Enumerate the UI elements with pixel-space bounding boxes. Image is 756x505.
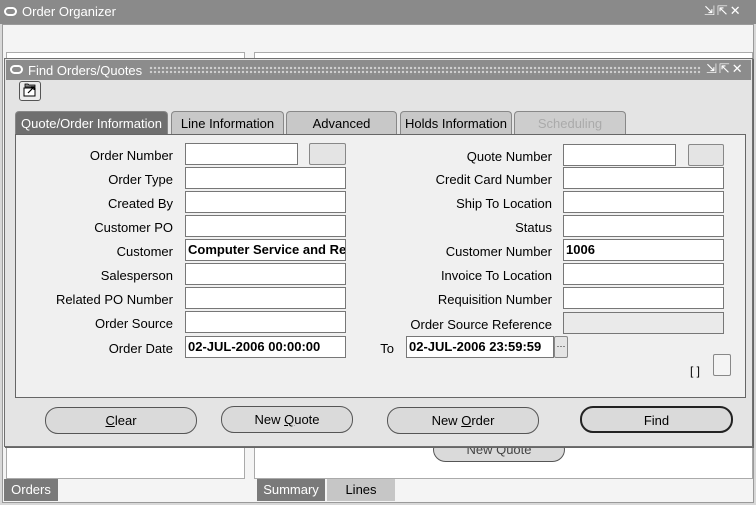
created-by-label: Created By — [107, 196, 173, 211]
tab-summary[interactable]: Summary — [257, 479, 325, 501]
customer-label: Customer — [116, 244, 173, 259]
order-number-extra-field[interactable] — [309, 143, 346, 165]
order-source-reference-label: Order Source Reference — [410, 317, 552, 332]
created-by-field[interactable] — [185, 191, 346, 213]
descriptive-flexfield-indicator: [ ] — [690, 364, 701, 378]
order-source-field[interactable] — [185, 311, 346, 333]
order-date-from-field[interactable]: 02-JUL-2006 00:00:00 — [185, 336, 346, 358]
tab-line-information[interactable]: Line Information — [171, 111, 284, 135]
requisition-number-field[interactable] — [563, 287, 724, 309]
tab-holds-information[interactable]: Holds Information — [400, 111, 512, 135]
descriptive-flexfield-box[interactable] — [713, 354, 731, 376]
order-date-label: Order Date — [108, 341, 173, 356]
folder-icon — [23, 83, 36, 97]
customer-field[interactable]: Computer Service and Re — [185, 239, 346, 261]
credit-card-number-label: Credit Card Number — [435, 172, 552, 187]
quote-number-extra-field[interactable] — [688, 144, 724, 166]
tab-quote-order-information[interactable]: Quote/Order Information — [15, 111, 168, 135]
tab-advanced[interactable]: Advanced — [286, 111, 397, 135]
new-quote-label-post: uote — [294, 412, 320, 427]
open-folder-button[interactable] — [19, 81, 41, 101]
find-button[interactable]: Find — [580, 406, 733, 433]
quote-number-label: Quote Number — [466, 149, 552, 164]
to-date-label: To — [380, 341, 394, 356]
salesperson-label: Salesperson — [100, 268, 173, 283]
invoice-to-location-field[interactable] — [563, 263, 724, 285]
order-type-field[interactable] — [185, 167, 346, 189]
new-order-button[interactable]: New Order — [387, 407, 539, 434]
new-quote-button[interactable]: New Quote — [221, 406, 353, 433]
salesperson-field[interactable] — [185, 263, 346, 285]
order-source-label: Order Source — [94, 316, 173, 331]
customer-number-field[interactable]: 1006 — [563, 239, 724, 261]
related-po-number-label: Related PO Number — [55, 292, 173, 307]
tab-lines[interactable]: Lines — [327, 479, 395, 501]
dialog-title: Find Orders/Quotes — [28, 63, 143, 78]
invoice-to-location-label: Invoice To Location — [440, 268, 552, 283]
ship-to-location-field[interactable] — [563, 191, 724, 213]
ship-to-location-label: Ship To Location — [456, 196, 552, 211]
titlebar-drag-pattern — [149, 66, 701, 75]
dialog-titlebar: Find Orders/Quotes ⇲⇱✕ — [6, 60, 751, 80]
customer-po-label: Customer PO — [94, 220, 173, 235]
find-orders-dialog: Find Orders/Quotes ⇲⇱✕ Quote/Order Infor… — [4, 58, 753, 447]
outer-window-controls[interactable]: ⇲⇱✕ — [704, 3, 743, 19]
new-order-label-post: rder — [471, 413, 495, 428]
new-order-accelerator: O — [461, 413, 472, 428]
tab-scheduling: Scheduling — [514, 111, 626, 135]
clear-button-label-post: lear — [114, 413, 137, 428]
order-type-label: Order Type — [108, 172, 173, 187]
outer-window-title: Order Organizer — [22, 4, 116, 19]
customer-number-label: Customer Number — [445, 244, 552, 259]
tab-panel: Order Number Order Type Created By Custo… — [15, 134, 746, 398]
status-label: Status — [515, 220, 552, 235]
tab-orders[interactable]: Orders — [4, 479, 58, 501]
related-po-number-field[interactable] — [185, 287, 346, 309]
date-picker-button[interactable]: ··· — [554, 336, 568, 358]
status-field[interactable] — [563, 215, 724, 237]
new-quote-label-pre: New — [254, 412, 285, 427]
oracle-window-icon — [10, 65, 23, 74]
order-date-to-field[interactable]: 02-JUL-2006 23:59:59 — [406, 336, 554, 358]
outer-window-titlebar: Order Organizer ⇲⇱✕ — [0, 0, 756, 24]
order-number-field[interactable] — [185, 143, 298, 165]
requisition-number-label: Requisition Number — [437, 292, 552, 307]
new-quote-accelerator: Q — [284, 412, 295, 427]
clear-button[interactable]: Clear — [45, 407, 197, 434]
clear-button-accelerator: C — [105, 413, 115, 428]
quote-number-field[interactable] — [563, 144, 676, 166]
order-source-reference-field — [563, 312, 724, 334]
oracle-window-icon — [4, 7, 17, 16]
dialog-controls[interactable]: ⇲⇱✕ — [706, 61, 745, 77]
order-number-label: Order Number — [89, 148, 173, 163]
credit-card-number-field[interactable] — [563, 167, 724, 189]
new-order-label-pre: New — [431, 413, 462, 428]
customer-po-field[interactable] — [185, 215, 346, 237]
